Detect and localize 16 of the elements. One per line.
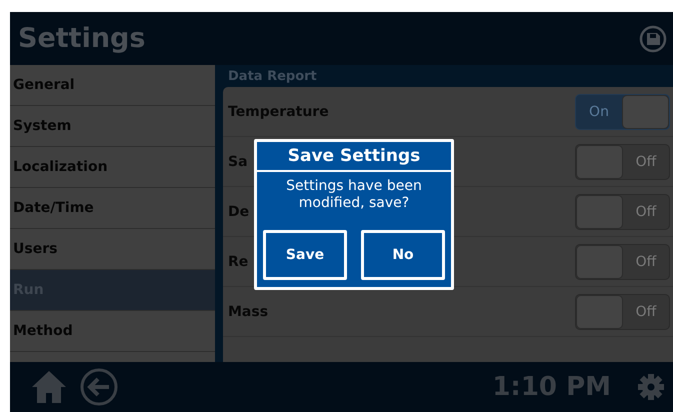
toggle-switch[interactable]: Off [575, 244, 670, 280]
toggle-switch[interactable]: Off [575, 294, 670, 330]
toggle-switch[interactable]: On [575, 94, 670, 130]
home-icon[interactable] [30, 369, 68, 405]
dialog-message: Settings have been modified, save? [285, 177, 423, 212]
page-title: Settings [18, 23, 146, 54]
dialog-button[interactable]: No [361, 230, 445, 280]
settings-icon[interactable] [637, 373, 665, 401]
dialog-title: Save Settings [257, 142, 451, 172]
dialog-button[interactable]: Save [263, 230, 347, 280]
clock-time: 1:10 PM [492, 372, 611, 402]
save-icon[interactable] [639, 24, 667, 52]
back-icon[interactable] [80, 368, 118, 406]
section-title: Data Report [227, 68, 318, 86]
toggle-switch[interactable]: Off [575, 194, 670, 230]
toggle-switch[interactable]: Off [575, 144, 670, 180]
